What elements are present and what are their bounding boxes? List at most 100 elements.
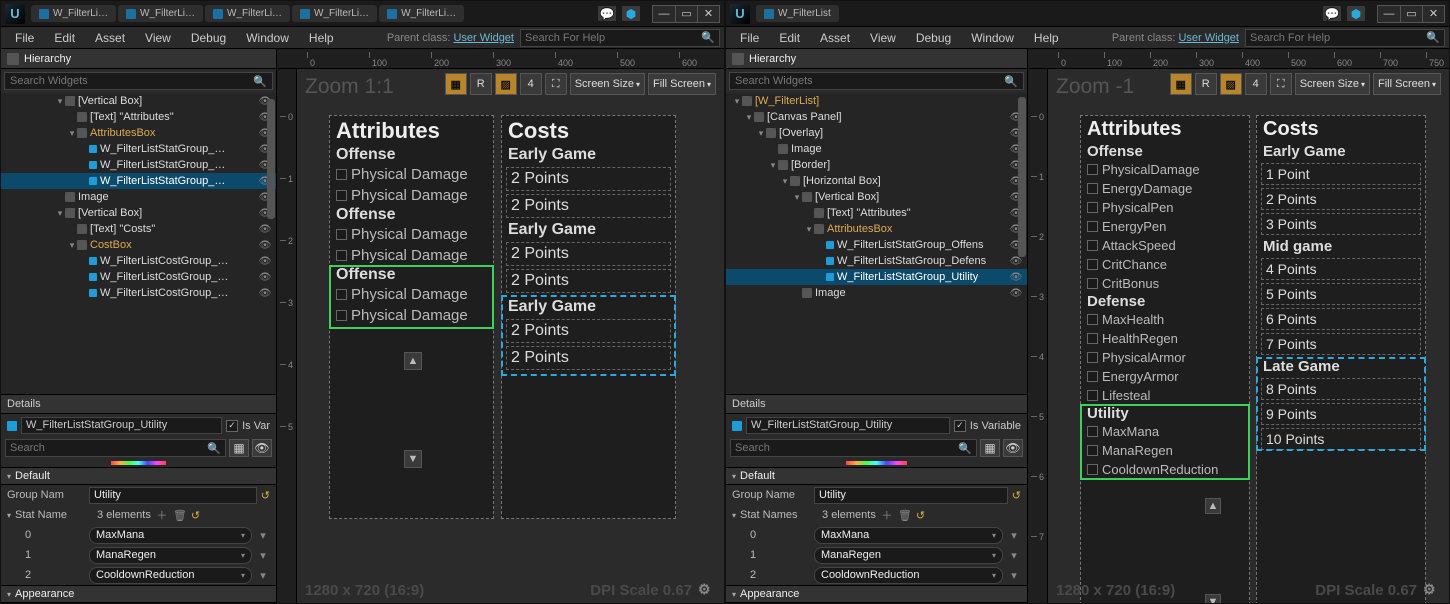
reset-icon[interactable]: ↺: [261, 489, 270, 502]
eye-view-button[interactable]: 👁: [252, 439, 272, 457]
visibility-icon[interactable]: 👁: [1009, 288, 1023, 299]
selected-utility-group[interactable]: Offense Physical Damage Physical Damage: [330, 266, 493, 328]
tree-row[interactable]: [Text] "Costs"👁: [1, 221, 276, 237]
chevron-down-icon[interactable]: ▾: [1007, 549, 1021, 562]
locate-button[interactable]: ⛶: [545, 73, 567, 95]
parent-class-link[interactable]: User Widget: [1178, 32, 1239, 44]
chevron-down-icon[interactable]: ▾: [256, 569, 270, 582]
tree-row[interactable]: [Text] "Attributes"👁: [1, 109, 276, 125]
zebra-toggle-button[interactable]: ▨: [495, 73, 517, 95]
hierarchy-tree[interactable]: ▾[W_FilterList]▾[Canvas Panel]👁▾[Overlay…: [726, 93, 1027, 394]
menu-file[interactable]: File: [730, 29, 769, 47]
menu-asset[interactable]: Asset: [810, 29, 860, 47]
help-search-input[interactable]: Search For Help🔍: [520, 29, 720, 47]
snap-value-button[interactable]: 4: [520, 73, 542, 95]
chat-icon[interactable]: 💬: [1323, 6, 1341, 21]
details-search-input[interactable]: Search🔍: [730, 439, 977, 457]
design-viewport[interactable]: 0100200300400500600700750 01234567 Zoom …: [1028, 49, 1449, 603]
tree-row[interactable]: Image👁: [1, 189, 276, 205]
group-name-input[interactable]: Utility: [89, 487, 257, 504]
tree-row[interactable]: W_FilterListStatGroup_…👁: [1, 141, 276, 157]
stat-enum-dropdown[interactable]: ManaRegen▾: [814, 547, 1003, 564]
r-button[interactable]: R: [470, 73, 492, 95]
preview-item[interactable]: PhysicalDamage: [1081, 160, 1249, 179]
preview-item[interactable]: CritChance: [1081, 255, 1249, 274]
tree-row[interactable]: ▾[Vertical Box]👁: [726, 189, 1027, 205]
gear-icon[interactable]: ⚙: [698, 581, 716, 599]
preview-cost-item[interactable]: 6 Points: [1261, 308, 1421, 330]
tree-row[interactable]: W_FilterListCostGroup_…👁: [1, 253, 276, 269]
grid-view-button[interactable]: ▦: [980, 439, 1000, 457]
minimize-button[interactable]: —: [653, 6, 675, 22]
tree-row[interactable]: W_FilterListCostGroup_…👁: [1, 285, 276, 301]
category-default[interactable]: ▾Default: [1, 467, 276, 485]
category-default[interactable]: ▾Default: [726, 467, 1027, 485]
preview-cost-item[interactable]: 1 Point: [1261, 163, 1421, 185]
grid-toggle-button[interactable]: ▦: [445, 73, 467, 95]
stat-enum-dropdown[interactable]: ManaRegen▾: [89, 547, 252, 564]
reset-icon[interactable]: ↺: [1012, 489, 1021, 502]
reset-icon[interactable]: ↺: [191, 509, 200, 522]
color-slider[interactable]: [846, 461, 906, 465]
eye-view-button[interactable]: 👁: [1003, 439, 1023, 457]
hierarchy-search-input[interactable]: Search Widgets🔍: [4, 72, 273, 90]
add-element-icon[interactable]: ＋: [880, 507, 894, 523]
preview-cost-item[interactable]: 8 Points: [1261, 378, 1421, 400]
scrollbar-thumb[interactable]: [267, 99, 275, 219]
visibility-icon[interactable]: 👁: [258, 272, 272, 283]
details-panel-header[interactable]: Details: [726, 394, 1027, 414]
zebra-toggle-button[interactable]: ▨: [1220, 73, 1242, 95]
preview-item[interactable]: EnergyPen: [1081, 217, 1249, 236]
chevron-down-icon[interactable]: ▾: [256, 549, 270, 562]
preview-cost-item[interactable]: 9 Points: [1261, 403, 1421, 425]
stat-enum-dropdown[interactable]: MaxMana▾: [89, 527, 252, 544]
preview-item[interactable]: EnergyDamage: [1081, 179, 1249, 198]
stat-enum-dropdown[interactable]: CooldownReduction▾: [89, 567, 252, 584]
preview-cost-item[interactable]: 7 Points: [1261, 333, 1421, 355]
gear-icon[interactable]: ⚙: [1423, 581, 1441, 599]
tree-row[interactable]: ▾AttributesBox👁: [726, 221, 1027, 237]
help-search-input[interactable]: Search For Help🔍: [1245, 29, 1445, 47]
maximize-button[interactable]: ▭: [675, 6, 697, 22]
stat-enum-dropdown[interactable]: CooldownReduction▾: [814, 567, 1003, 584]
chevron-down-icon[interactable]: ▾: [1007, 529, 1021, 542]
parent-class-link[interactable]: User Widget: [453, 32, 514, 44]
tree-row[interactable]: Image👁: [726, 285, 1027, 301]
tree-row[interactable]: W_FilterListStatGroup_Utility👁: [726, 269, 1027, 285]
tree-row[interactable]: ▾[Vertical Box]👁: [1, 205, 276, 221]
chevron-down-icon[interactable]: ▾: [256, 529, 270, 542]
visibility-icon[interactable]: 👁: [258, 288, 272, 299]
preview-cost-item[interactable]: 4 Points: [1261, 258, 1421, 280]
preview-cost-item[interactable]: 10 Points: [1261, 428, 1421, 450]
tree-row[interactable]: ▾AttributesBox👁: [1, 125, 276, 141]
visibility-icon[interactable]: 👁: [258, 256, 272, 267]
tree-row[interactable]: [Text] "Attributes"👁: [726, 205, 1027, 221]
preview-item[interactable]: CooldownReduction: [1081, 460, 1249, 479]
screen-size-dropdown[interactable]: Screen Size▾: [570, 73, 645, 95]
tree-row[interactable]: ▾CostBox👁: [1, 237, 276, 253]
menu-edit[interactable]: Edit: [44, 29, 85, 47]
scrollbar-thumb[interactable]: [1018, 97, 1026, 257]
minimize-button[interactable]: —: [1378, 6, 1400, 22]
editor-tab[interactable]: W_FilterLi…: [205, 5, 290, 22]
hierarchy-panel-header[interactable]: Hierarchy: [1, 49, 276, 69]
snap-value-button[interactable]: 4: [1245, 73, 1267, 95]
preview-item[interactable]: CritBonus: [1081, 274, 1249, 293]
preview-cost-item[interactable]: 3 Points: [1261, 213, 1421, 235]
preview-item[interactable]: Lifesteal: [1081, 386, 1249, 405]
is-variable-checkbox[interactable]: ✓: [226, 420, 238, 432]
visibility-icon[interactable]: 👁: [1009, 272, 1023, 283]
tree-row[interactable]: W_FilterListStatGroup_…👁: [1, 157, 276, 173]
r-button[interactable]: R: [1195, 73, 1217, 95]
is-variable-checkbox[interactable]: ✓: [954, 420, 966, 432]
add-element-icon[interactable]: ＋: [155, 507, 169, 523]
menu-view[interactable]: View: [135, 29, 181, 47]
grid-view-button[interactable]: ▦: [229, 439, 249, 457]
tree-row[interactable]: Image👁: [726, 141, 1027, 157]
category-appearance[interactable]: ▾Appearance: [1, 585, 276, 603]
reset-icon[interactable]: ↺: [916, 509, 925, 522]
menu-help[interactable]: Help: [1024, 29, 1069, 47]
trash-icon[interactable]: 🗑: [898, 509, 912, 522]
tree-row[interactable]: ▾[Overlay]👁: [726, 125, 1027, 141]
stat-enum-dropdown[interactable]: MaxMana▾: [814, 527, 1003, 544]
